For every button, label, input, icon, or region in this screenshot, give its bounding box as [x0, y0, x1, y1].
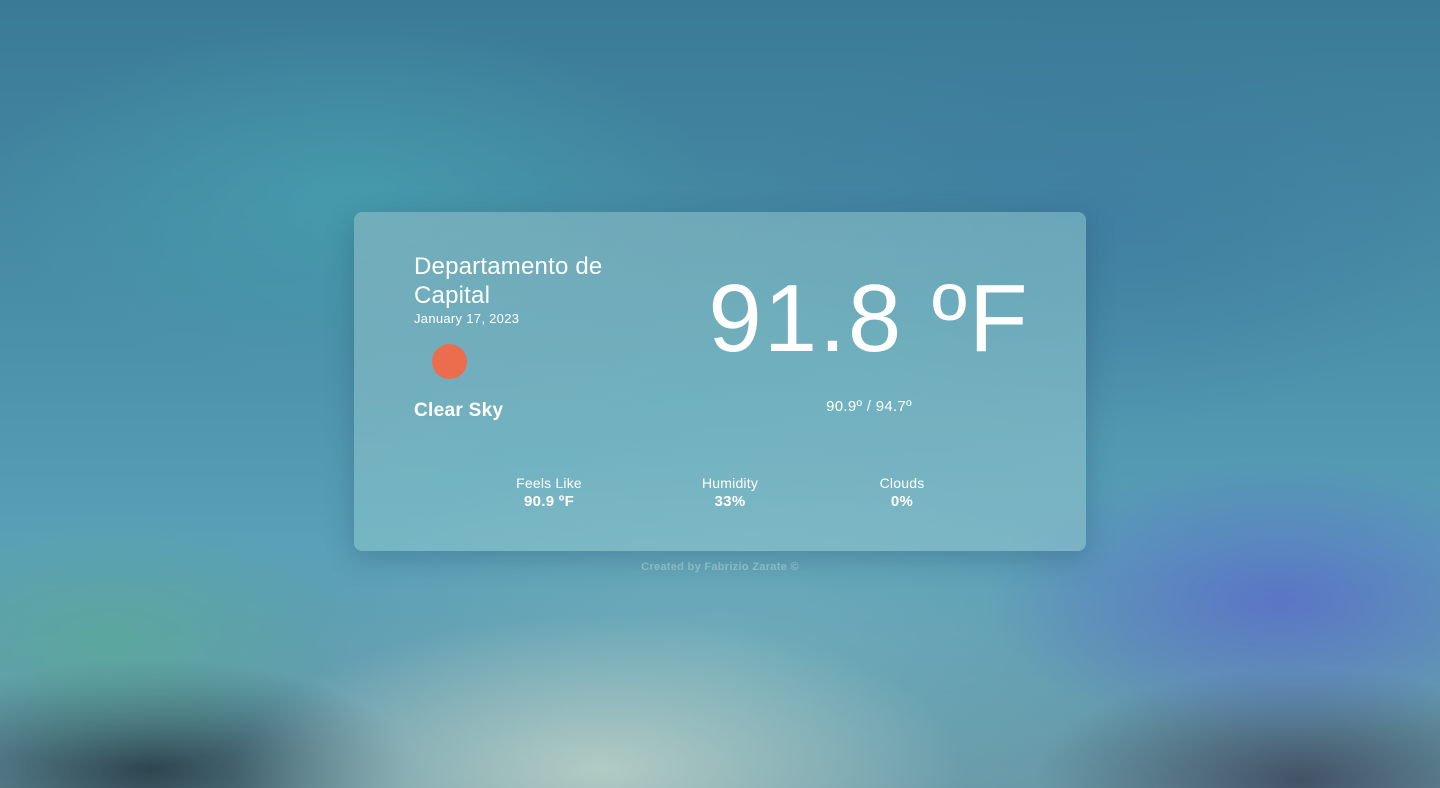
min-max-temperature: 90.9º / 94.7º — [826, 398, 912, 415]
humidity-value: 33% — [714, 493, 746, 510]
footer-credit: Created by Fabrizio Zarate © — [641, 561, 799, 573]
weather-card: Departamento de Capital January 17, 2023… — [354, 212, 1086, 551]
stat-clouds: Clouds 0% — [822, 475, 982, 511]
humidity-label: Humidity — [701, 475, 759, 491]
weather-condition: Clear Sky — [414, 400, 504, 421]
feels-like-label: Feels Like — [516, 475, 582, 491]
clouds-label: Clouds — [879, 475, 925, 491]
stat-humidity: Humidity 33% — [650, 475, 810, 511]
location-name: Departamento de Capital — [414, 253, 603, 309]
clouds-value: 0% — [890, 493, 914, 510]
stat-feels-like: Feels Like 90.9 ºF — [469, 475, 629, 511]
sun-icon — [432, 344, 467, 379]
date-label: January 17, 2023 — [414, 311, 520, 326]
current-temperature: 91.8 ºF — [708, 265, 1030, 372]
feels-like-value: 90.9 ºF — [523, 493, 575, 510]
